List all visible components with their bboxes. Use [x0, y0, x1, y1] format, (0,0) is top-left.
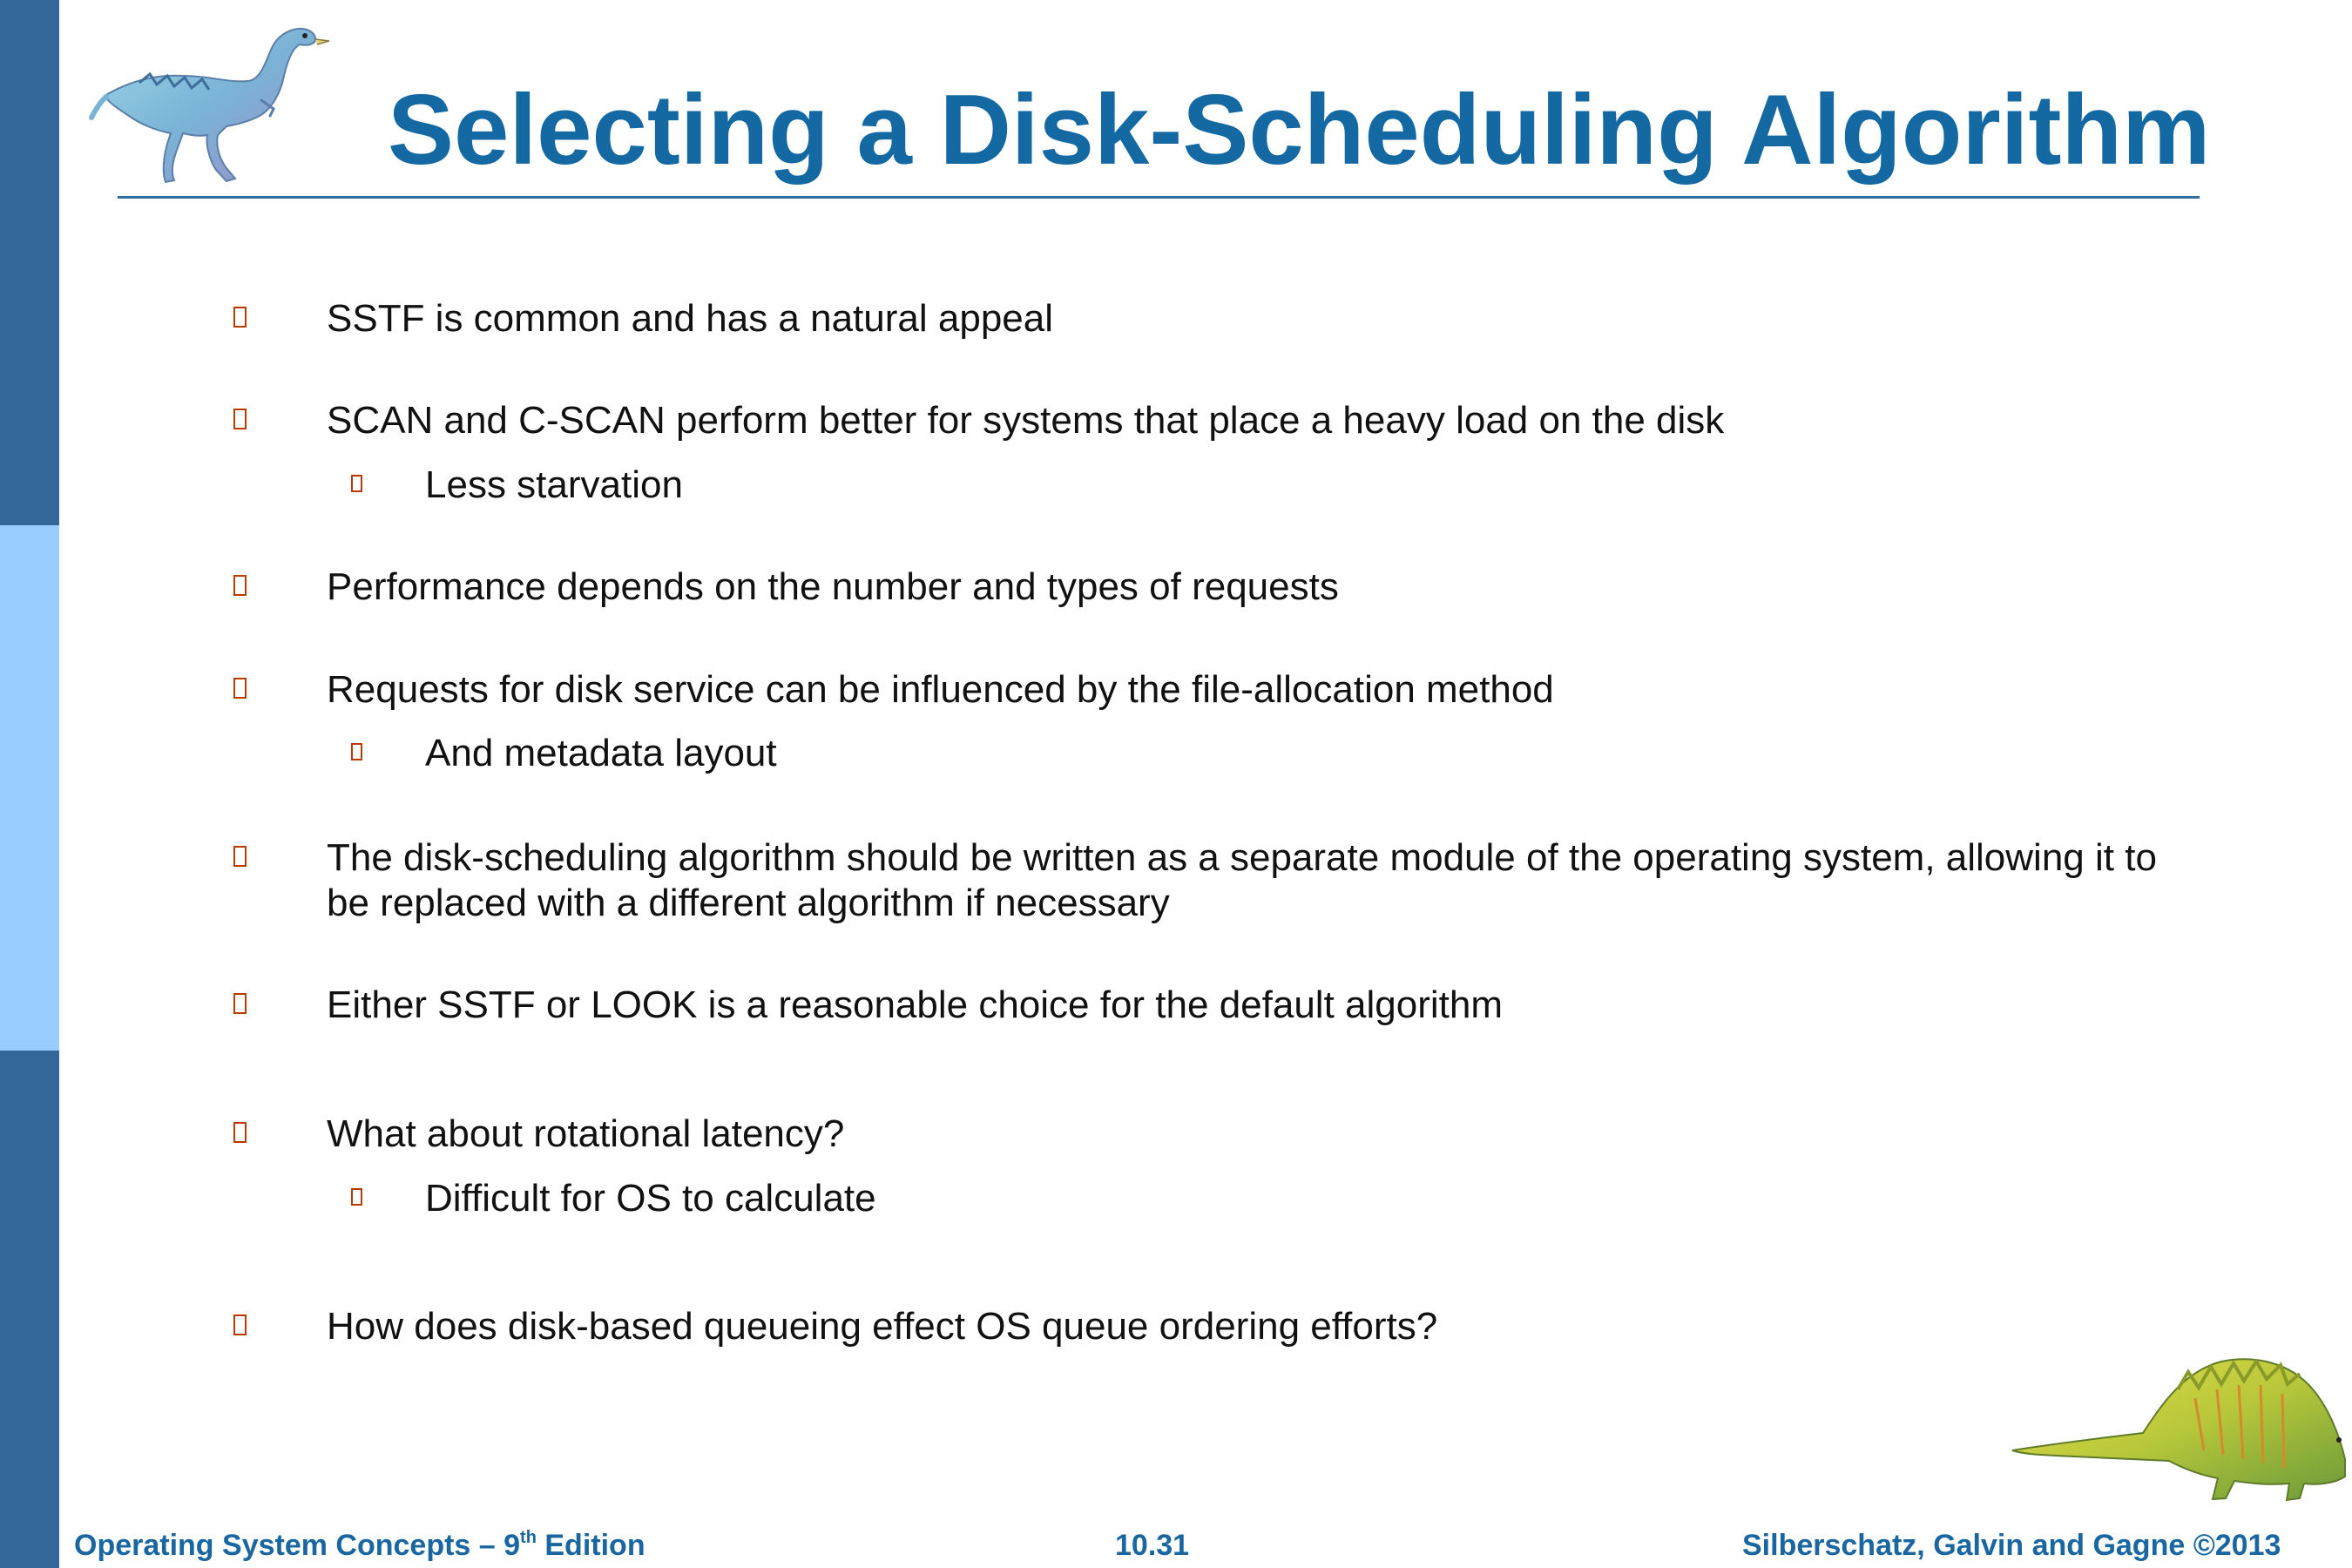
sub-bullet-marker-icon — [351, 1188, 362, 1206]
bullet-marker-icon — [233, 1315, 247, 1335]
sub-bullet-text: And metadata layout — [425, 732, 777, 774]
bullet-text: Requests for disk service can be influen… — [327, 668, 1554, 711]
sidebar-stripe — [0, 0, 59, 1568]
sidebar-segment-dark-top — [0, 0, 59, 525]
sub-bullet-item: Difficult for OS to calculate — [351, 1176, 2167, 1221]
footer-book-prefix: Operating System Concepts – 9 — [74, 1529, 521, 1562]
footer-book-superscript: th — [520, 1528, 537, 1547]
bullet-item: SSTF is common and has a natural appeal — [233, 296, 2208, 341]
bullet-text: SSTF is common and has a natural appeal — [327, 297, 1054, 340]
sub-bullet-marker-icon — [351, 475, 362, 492]
bullet-item: How does disk-based queueing effect OS q… — [233, 1304, 2208, 1349]
bullet-text: Either SSTF or LOOK is a reasonable choi… — [327, 983, 1503, 1026]
dinosaur-logo-icon — [89, 27, 330, 184]
bullet-text: What about rotational latency? — [327, 1112, 845, 1155]
bullet-item: What about rotational latency? — [233, 1112, 2208, 1157]
bullet-item: SCAN and C-SCAN perform better for syste… — [233, 398, 2208, 443]
sub-bullet-item: Less starvation — [351, 463, 2167, 508]
bullet-marker-icon — [233, 846, 247, 867]
bullet-marker-icon — [233, 993, 247, 1014]
bullet-item: The disk-scheduling algorithm should be … — [233, 835, 2208, 926]
bullet-marker-icon — [233, 409, 247, 429]
bullet-text: The disk-scheduling algorithm should be … — [327, 836, 2157, 924]
bullet-item: Requests for disk service can be influen… — [233, 667, 2208, 713]
footer-page-number: 10.31 — [1115, 1529, 1190, 1562]
bullet-item: Performance depends on the number and ty… — [233, 564, 2208, 610]
bullet-marker-icon — [233, 678, 247, 699]
sub-bullet-text: Difficult for OS to calculate — [425, 1177, 876, 1220]
sidebar-segment-light — [0, 525, 59, 1051]
sidebar-segment-dark-bottom — [0, 1051, 59, 1568]
bullet-text: How does disk-based queueing effect OS q… — [327, 1305, 1438, 1348]
sub-bullet-item: And metadata layout — [351, 731, 2167, 776]
sub-bullet-text: Less starvation — [425, 463, 683, 506]
bullet-marker-icon — [233, 1122, 247, 1143]
dinosaur-decoration-icon — [2011, 1358, 2346, 1502]
bullet-marker-icon — [233, 307, 247, 328]
bullet-text: Performance depends on the number and ty… — [327, 565, 1339, 608]
bullet-marker-icon — [233, 575, 247, 596]
slide-title: Selecting a Disk-Scheduling Algorithm — [388, 75, 2211, 186]
bullet-item: Either SSTF or LOOK is a reasonable choi… — [233, 983, 2208, 1028]
footer-book-title: Operating System Concepts – 9th Edition — [74, 1526, 645, 1565]
footer-book-suffix: Edition — [536, 1529, 645, 1562]
title-underline — [118, 196, 2200, 199]
footer-copyright: Silberschatz, Galvin and Gagne ©2013 — [1742, 1529, 2281, 1562]
bullet-text: SCAN and C-SCAN perform better for syste… — [327, 399, 1725, 442]
sub-bullet-marker-icon — [351, 743, 362, 760]
